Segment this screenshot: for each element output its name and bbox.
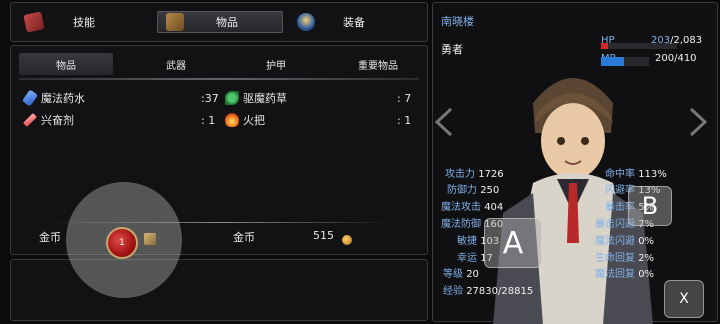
stat-magic-attack: 魔法攻击 404 bbox=[441, 202, 504, 213]
gold-label-right: 金币 bbox=[233, 231, 255, 244]
top-tab-bar: 技能 物品 装备 bbox=[10, 2, 428, 42]
tab-equip-label: 装备 bbox=[343, 16, 365, 29]
item-qty: :37 bbox=[201, 91, 219, 105]
item-row-magic-potion[interactable]: 魔法药水 bbox=[21, 89, 85, 107]
torch-icon bbox=[225, 113, 239, 127]
item-row-torch[interactable]: 火把 bbox=[225, 112, 265, 128]
hero-class: 勇者 bbox=[441, 43, 463, 56]
item-qty: : 1 bbox=[397, 113, 412, 127]
stat-magic-evasion: 魔法闪避 0% bbox=[595, 236, 655, 247]
subtab-key-items[interactable]: 重要物品 bbox=[331, 53, 425, 75]
hp-value: 203/2,083 bbox=[651, 35, 703, 46]
tab-items[interactable]: 物品 bbox=[157, 11, 283, 33]
stat-mp-regen: 魔法回复 0% bbox=[595, 269, 655, 280]
gold-label-left: 金币 bbox=[39, 231, 61, 244]
tab-divider bbox=[19, 78, 419, 80]
item-qty: : 1 bbox=[201, 113, 216, 127]
joystick-knob[interactable]: 1 bbox=[106, 227, 138, 259]
x-button[interactable]: X bbox=[664, 280, 704, 318]
item-bag-icon bbox=[166, 13, 184, 31]
item-name: 兴奋剂 bbox=[41, 114, 74, 127]
item-name: 魔法药水 bbox=[41, 92, 85, 105]
stat-hp-regen: 生命回复 2% bbox=[595, 253, 655, 264]
a-button[interactable]: A bbox=[484, 218, 542, 268]
item-row-stimulant[interactable]: 兴奋剂 bbox=[23, 112, 74, 128]
item-qty: : 7 bbox=[397, 91, 412, 105]
b-button[interactable]: B bbox=[628, 186, 672, 226]
subtab-armor[interactable]: 护甲 bbox=[229, 53, 323, 75]
herb-icon bbox=[225, 91, 239, 105]
potion-icon bbox=[21, 89, 39, 107]
prev-character-arrow[interactable] bbox=[433, 107, 453, 137]
tab-equip[interactable]: 装备 bbox=[297, 11, 365, 33]
skill-book-icon bbox=[23, 11, 45, 33]
coin-icon bbox=[342, 235, 352, 245]
item-row-exorcism-herb[interactable]: 驱魔药草 bbox=[225, 90, 287, 106]
stat-defense: 防御力 250 bbox=[447, 185, 500, 196]
tab-skill-label: 技能 bbox=[73, 16, 95, 29]
tab-skill[interactable]: 技能 bbox=[23, 11, 95, 33]
hp-bar-fill bbox=[601, 43, 609, 49]
stat-attack: 攻击力 1726 bbox=[445, 169, 504, 180]
tab-items-label: 物品 bbox=[216, 16, 238, 29]
stat-level: 等级 20 bbox=[443, 269, 479, 280]
stimulant-icon bbox=[23, 113, 37, 127]
item-name: 驱魔药草 bbox=[243, 92, 287, 105]
item-category-tabs: 物品 武器 护甲 重要物品 bbox=[19, 53, 419, 75]
character-panel: 南晓楼 勇者 HP 203/2,083 MP 200/410 攻击力 1726 … bbox=[432, 2, 718, 324]
stat-exp: 经验 27830/28815 bbox=[443, 286, 534, 297]
gold-amount: 515 bbox=[313, 229, 334, 242]
subtab-items[interactable]: 物品 bbox=[19, 53, 113, 75]
next-character-arrow[interactable] bbox=[689, 107, 709, 137]
stat-hit-rate: 命中率 113% bbox=[605, 169, 667, 180]
item-name: 火把 bbox=[243, 114, 265, 127]
hero-name: 南晓楼 bbox=[441, 15, 474, 28]
shield-icon bbox=[297, 13, 315, 31]
subtab-weapons[interactable]: 武器 bbox=[129, 53, 223, 75]
book-icon bbox=[144, 233, 156, 245]
joystick-knob-value: 1 bbox=[119, 238, 125, 248]
